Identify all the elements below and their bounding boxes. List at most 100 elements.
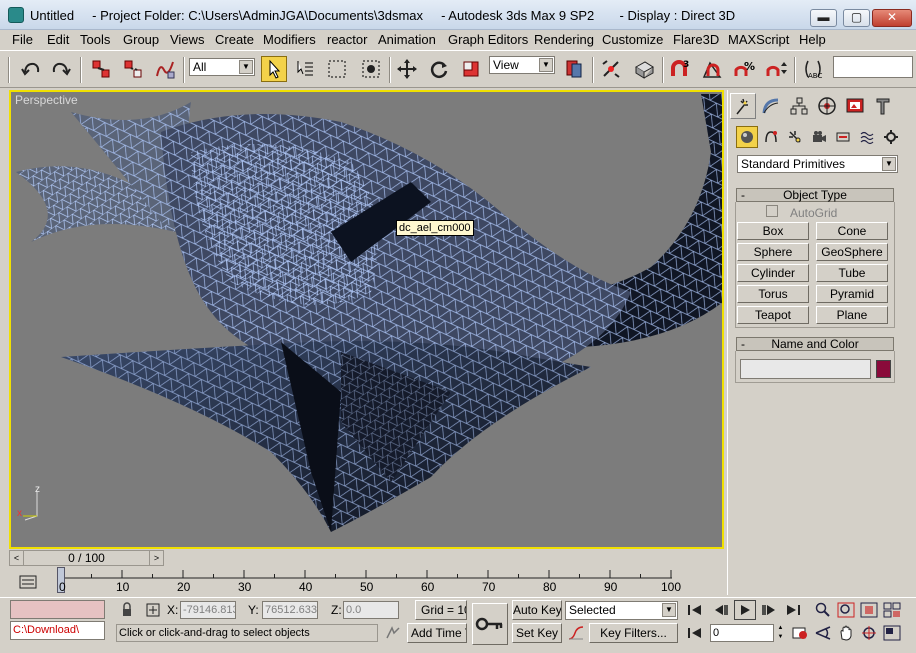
key-mode-toggle-icon[interactable]	[684, 623, 706, 643]
systems-icon[interactable]	[880, 126, 902, 148]
maximize-viewport-icon[interactable]	[881, 623, 903, 643]
object-name-input[interactable]	[740, 359, 871, 379]
close-button[interactable]: ✕	[872, 9, 912, 27]
go-to-start-icon[interactable]	[684, 600, 706, 620]
menu-modifiers[interactable]: Modifiers	[263, 32, 316, 47]
add-time-tag-button[interactable]: Add Time Tag	[407, 623, 467, 643]
zoom-extents-icon[interactable]	[858, 600, 880, 620]
lock-selection-icon[interactable]	[116, 600, 138, 620]
box-button[interactable]: Box	[737, 222, 809, 240]
cylinder-button[interactable]: Cylinder	[737, 264, 809, 282]
shapes-icon[interactable]	[760, 126, 782, 148]
bind-to-space-warp-icon[interactable]	[152, 56, 178, 82]
menu-create[interactable]: Create	[215, 32, 254, 47]
menu-rendering[interactable]: Rendering	[534, 32, 594, 47]
pan-view-icon[interactable]	[835, 623, 857, 643]
maxscript-listener-field[interactable]	[10, 600, 105, 619]
time-configuration-icon[interactable]	[789, 623, 811, 643]
perspective-viewport[interactable]: Perspective dc_ael_cm000 z x	[9, 90, 724, 549]
create-tab-icon[interactable]	[730, 93, 756, 119]
set-key-mode-key-icon[interactable]	[472, 603, 508, 645]
menu-tools[interactable]: Tools	[80, 32, 110, 47]
angle-snap-icon[interactable]	[699, 56, 725, 82]
cone-button[interactable]: Cone	[816, 222, 888, 240]
menu-animation[interactable]: Animation	[378, 32, 436, 47]
spinner-snap-icon[interactable]	[763, 56, 789, 82]
x-coordinate-field[interactable]: -79146.813	[180, 601, 236, 619]
z-coordinate-field[interactable]: 0.0	[343, 601, 399, 619]
menu-help[interactable]: Help	[799, 32, 826, 47]
named-selection-sets-field[interactable]	[833, 56, 913, 78]
slider-prev-icon[interactable]: <	[10, 551, 24, 565]
select-and-manipulate-icon[interactable]	[598, 56, 624, 82]
select-and-scale-icon[interactable]	[458, 56, 484, 82]
rectangular-selection-icon[interactable]	[324, 56, 350, 82]
maxscript-input-field[interactable]: C:\Download\	[10, 621, 105, 640]
viewport-label[interactable]: Perspective	[15, 93, 78, 107]
menu-maxscript[interactable]: MAXScript	[728, 32, 789, 47]
category-dropdown[interactable]: Standard Primitives ▼	[737, 155, 898, 173]
select-object-icon[interactable]	[261, 56, 287, 82]
menu-file[interactable]: File	[12, 32, 33, 47]
redo-icon[interactable]	[48, 56, 74, 82]
geosphere-button[interactable]: GeoSphere	[816, 243, 888, 261]
menu-views[interactable]: Views	[170, 32, 204, 47]
tube-button[interactable]: Tube	[816, 264, 888, 282]
menu-group[interactable]: Group	[123, 32, 159, 47]
pivot-center-icon[interactable]	[561, 56, 587, 82]
name-and-color-rollout-header[interactable]: - Name and Color	[736, 337, 894, 351]
auto-key-button[interactable]: Auto Key	[512, 600, 562, 620]
selection-filter-dropdown[interactable]: All ▼	[189, 58, 255, 76]
go-to-end-icon[interactable]	[782, 600, 804, 620]
reference-coordinate-dropdown[interactable]: View ▼	[489, 56, 555, 74]
unlink-selection-icon[interactable]	[120, 56, 146, 82]
modify-tab-icon[interactable]	[758, 93, 784, 119]
helpers-icon[interactable]	[832, 126, 854, 148]
time-slider[interactable]: < 0 / 100 >	[9, 550, 164, 566]
set-key-button[interactable]: Set Key	[512, 623, 562, 643]
geometry-icon[interactable]	[736, 126, 758, 148]
menu-customize[interactable]: Customize	[602, 32, 663, 47]
autogrid-checkbox[interactable]	[766, 205, 778, 217]
previous-frame-icon[interactable]	[710, 600, 732, 620]
zoom-icon[interactable]	[812, 600, 834, 620]
menu-reactor[interactable]: reactor	[327, 32, 367, 47]
utilities-tab-icon[interactable]	[870, 93, 896, 119]
display-tab-icon[interactable]	[842, 93, 868, 119]
space-warps-icon[interactable]	[856, 126, 878, 148]
cameras-icon[interactable]	[808, 126, 830, 148]
select-by-name-icon[interactable]	[292, 56, 318, 82]
mini-curve-editor-icon[interactable]	[15, 569, 41, 595]
pyramid-button[interactable]: Pyramid	[816, 285, 888, 303]
arc-rotate-icon[interactable]	[858, 623, 880, 643]
object-type-rollout-header[interactable]: - Object Type	[736, 188, 894, 202]
edit-named-selection-sets-icon[interactable]: ABC	[800, 56, 826, 82]
key-mode-dropdown[interactable]: Selected ▼	[565, 601, 678, 620]
plane-button[interactable]: Plane	[816, 306, 888, 324]
sphere-button[interactable]: Sphere	[737, 243, 809, 261]
torus-button[interactable]: Torus	[737, 285, 809, 303]
field-of-view-icon[interactable]	[812, 623, 834, 643]
current-frame-spinner[interactable]: 0	[710, 624, 774, 642]
play-animation-icon[interactable]	[734, 600, 756, 620]
snap-toggle-3d-icon[interactable]: 3	[667, 56, 693, 82]
select-and-move-icon[interactable]	[394, 56, 420, 82]
zoom-all-icon[interactable]	[835, 600, 857, 620]
window-crossing-icon[interactable]	[358, 56, 384, 82]
maximize-button[interactable]: ▢	[843, 9, 870, 27]
motion-tab-icon[interactable]	[814, 93, 840, 119]
slider-next-icon[interactable]: >	[149, 551, 163, 565]
frame-spinner-arrows-icon[interactable]: ▲ ▼	[776, 624, 785, 642]
select-and-rotate-icon[interactable]	[426, 56, 452, 82]
absolute-mode-transform-icon[interactable]	[142, 600, 164, 620]
undo-icon[interactable]	[18, 56, 44, 82]
menu-flare3d[interactable]: Flare3D	[673, 32, 719, 47]
menu-graph-editors[interactable]: Graph Editors	[448, 32, 528, 47]
time-tag-icon[interactable]	[382, 623, 404, 643]
mesh-wireframe[interactable]	[11, 92, 722, 547]
minimize-button[interactable]: ▬	[810, 9, 837, 27]
app-icon[interactable]	[8, 7, 24, 23]
lights-icon[interactable]	[784, 126, 806, 148]
select-and-link-icon[interactable]	[88, 56, 114, 82]
object-color-swatch[interactable]	[876, 360, 891, 378]
